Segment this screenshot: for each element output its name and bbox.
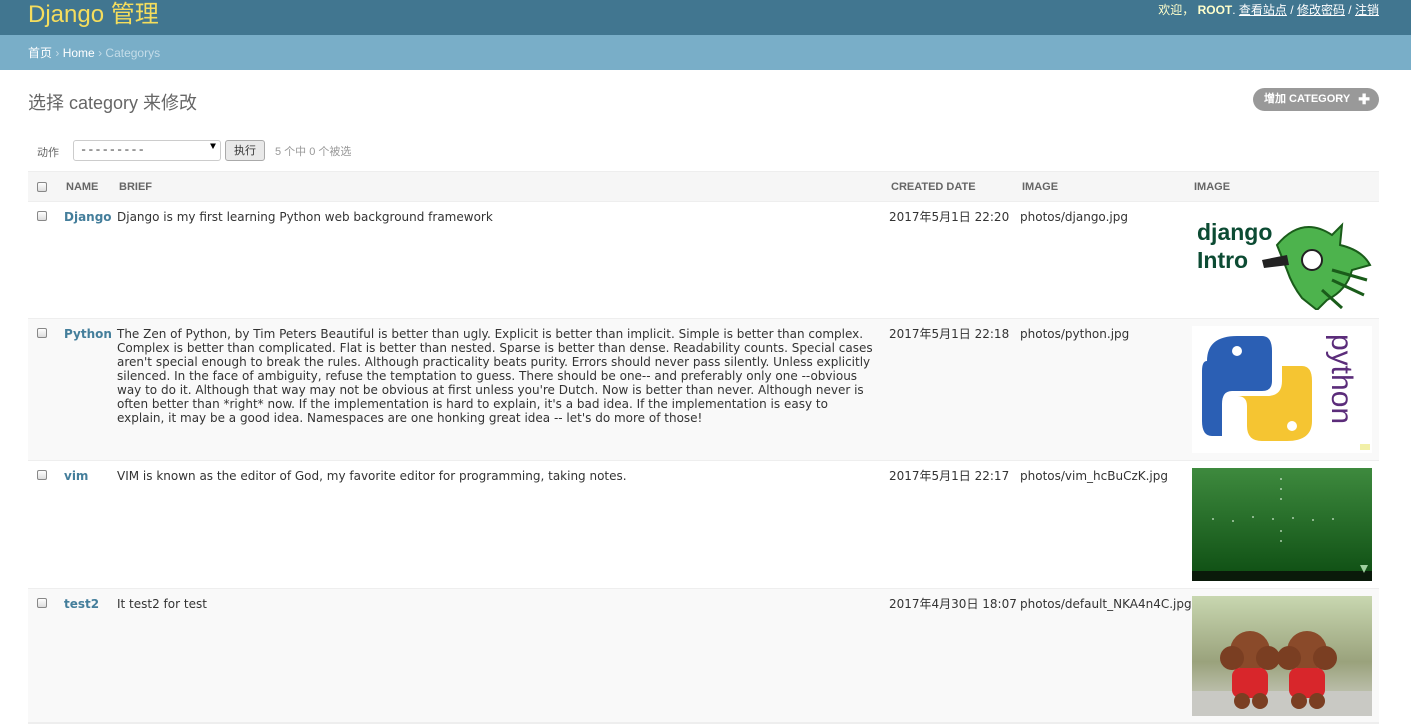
row-brief: It test2 for test bbox=[117, 597, 207, 611]
row-name-link[interactable]: Django bbox=[64, 210, 112, 224]
page-title: 选择 category 来修改 bbox=[28, 93, 198, 113]
row-created-date: 2017年5月1日 22:20 bbox=[889, 210, 1010, 224]
actions-label: 动作 bbox=[37, 147, 59, 159]
python-thumbnail: python bbox=[1192, 326, 1372, 453]
run-action-button[interactable]: 执行 bbox=[225, 140, 265, 161]
breadcrumb-home-link[interactable]: 首页 bbox=[28, 46, 52, 60]
user-tools: 欢迎， ROOT. 查看站点 / 修改密码 / 注销 bbox=[1158, 3, 1379, 17]
plus-icon: ✚ bbox=[1358, 91, 1370, 107]
table-row: Python The Zen of Python, by Tim Peters … bbox=[28, 319, 1379, 461]
breadcrumb-current: Categorys bbox=[105, 46, 161, 60]
add-category-label: 增加 CATEGORY bbox=[1264, 93, 1351, 105]
thumb-text: Intro bbox=[1197, 247, 1248, 273]
row-name-link[interactable]: vim bbox=[64, 469, 88, 483]
row-checkbox[interactable] bbox=[37, 211, 47, 221]
dropdown-arrow-icon: ▼ bbox=[209, 142, 216, 153]
column-header-created-date[interactable]: CREATED DATE bbox=[891, 181, 976, 193]
column-header-image[interactable]: IMAGE bbox=[1194, 181, 1230, 193]
poodles-thumbnail bbox=[1192, 596, 1372, 716]
row-checkbox[interactable] bbox=[37, 470, 47, 480]
column-header-image-path[interactable]: IMAGE bbox=[1022, 181, 1058, 193]
table-row: Django Django is my first learning Pytho… bbox=[28, 202, 1379, 319]
table-row: vim VIM is known as the editor of God, m… bbox=[28, 461, 1379, 589]
row-image-link[interactable]: photos/vim_hcBuCzK.jpg bbox=[1020, 469, 1168, 483]
table-row: test2 It test2 for test 2017年4月30日 18:07… bbox=[28, 589, 1379, 723]
select-all-checkbox[interactable] bbox=[37, 182, 47, 192]
row-image-link[interactable]: photos/django.jpg bbox=[1020, 210, 1128, 224]
breadcrumb-app-link[interactable]: Home bbox=[63, 46, 95, 60]
row-checkbox[interactable] bbox=[37, 598, 47, 608]
logout-link[interactable]: 注销 bbox=[1355, 3, 1379, 17]
breadcrumb: 首页 › Home › Categorys bbox=[0, 35, 1411, 70]
site-branding[interactable]: Django 管理 bbox=[28, 0, 159, 29]
change-password-link[interactable]: 修改密码 bbox=[1297, 3, 1345, 17]
selection-counter: 5 个中 0 个被选 bbox=[275, 146, 352, 158]
django-thumbnail: django Intro bbox=[1192, 210, 1372, 310]
row-brief: Django is my first learning Python web b… bbox=[117, 210, 493, 224]
row-image-link[interactable]: photos/python.jpg bbox=[1020, 327, 1129, 341]
username: ROOT bbox=[1197, 3, 1233, 17]
column-header-name[interactable]: NAME bbox=[66, 181, 98, 193]
action-select-value: --------- bbox=[80, 143, 145, 157]
row-checkbox[interactable] bbox=[37, 328, 47, 338]
row-created-date: 2017年5月1日 22:18 bbox=[889, 327, 1010, 341]
view-site-link[interactable]: 查看站点 bbox=[1239, 3, 1287, 17]
row-created-date: 2017年5月1日 22:17 bbox=[889, 469, 1010, 483]
add-category-button[interactable]: 增加 CATEGORY ✚ bbox=[1253, 88, 1379, 111]
vim-thumbnail bbox=[1192, 468, 1372, 581]
table-header: NAME BRIEF CREATED DATE IMAGE IMAGE bbox=[28, 171, 1379, 202]
thumb-text: python bbox=[1325, 334, 1358, 424]
welcome-text: 欢迎， bbox=[1158, 3, 1195, 17]
row-image-link[interactable]: photos/default_NKA4n4C.jpg bbox=[1020, 597, 1192, 611]
thumb-text: django bbox=[1197, 219, 1272, 245]
header: Django 管理 欢迎， ROOT. 查看站点 / 修改密码 / 注销 bbox=[0, 0, 1411, 35]
action-select[interactable]: --------- ▼ bbox=[73, 140, 221, 161]
row-name-link[interactable]: test2 bbox=[64, 597, 99, 611]
column-header-brief[interactable]: BRIEF bbox=[119, 181, 152, 193]
actions-bar: 动作 --------- ▼ 执行 5 个中 0 个被选 bbox=[28, 136, 1379, 170]
row-brief: VIM is known as the editor of God, my fa… bbox=[117, 469, 627, 483]
row-created-date: 2017年4月30日 18:07 bbox=[889, 597, 1017, 611]
row-brief: The Zen of Python, by Tim Peters Beautif… bbox=[117, 327, 873, 425]
row-name-link[interactable]: Python bbox=[64, 327, 112, 341]
